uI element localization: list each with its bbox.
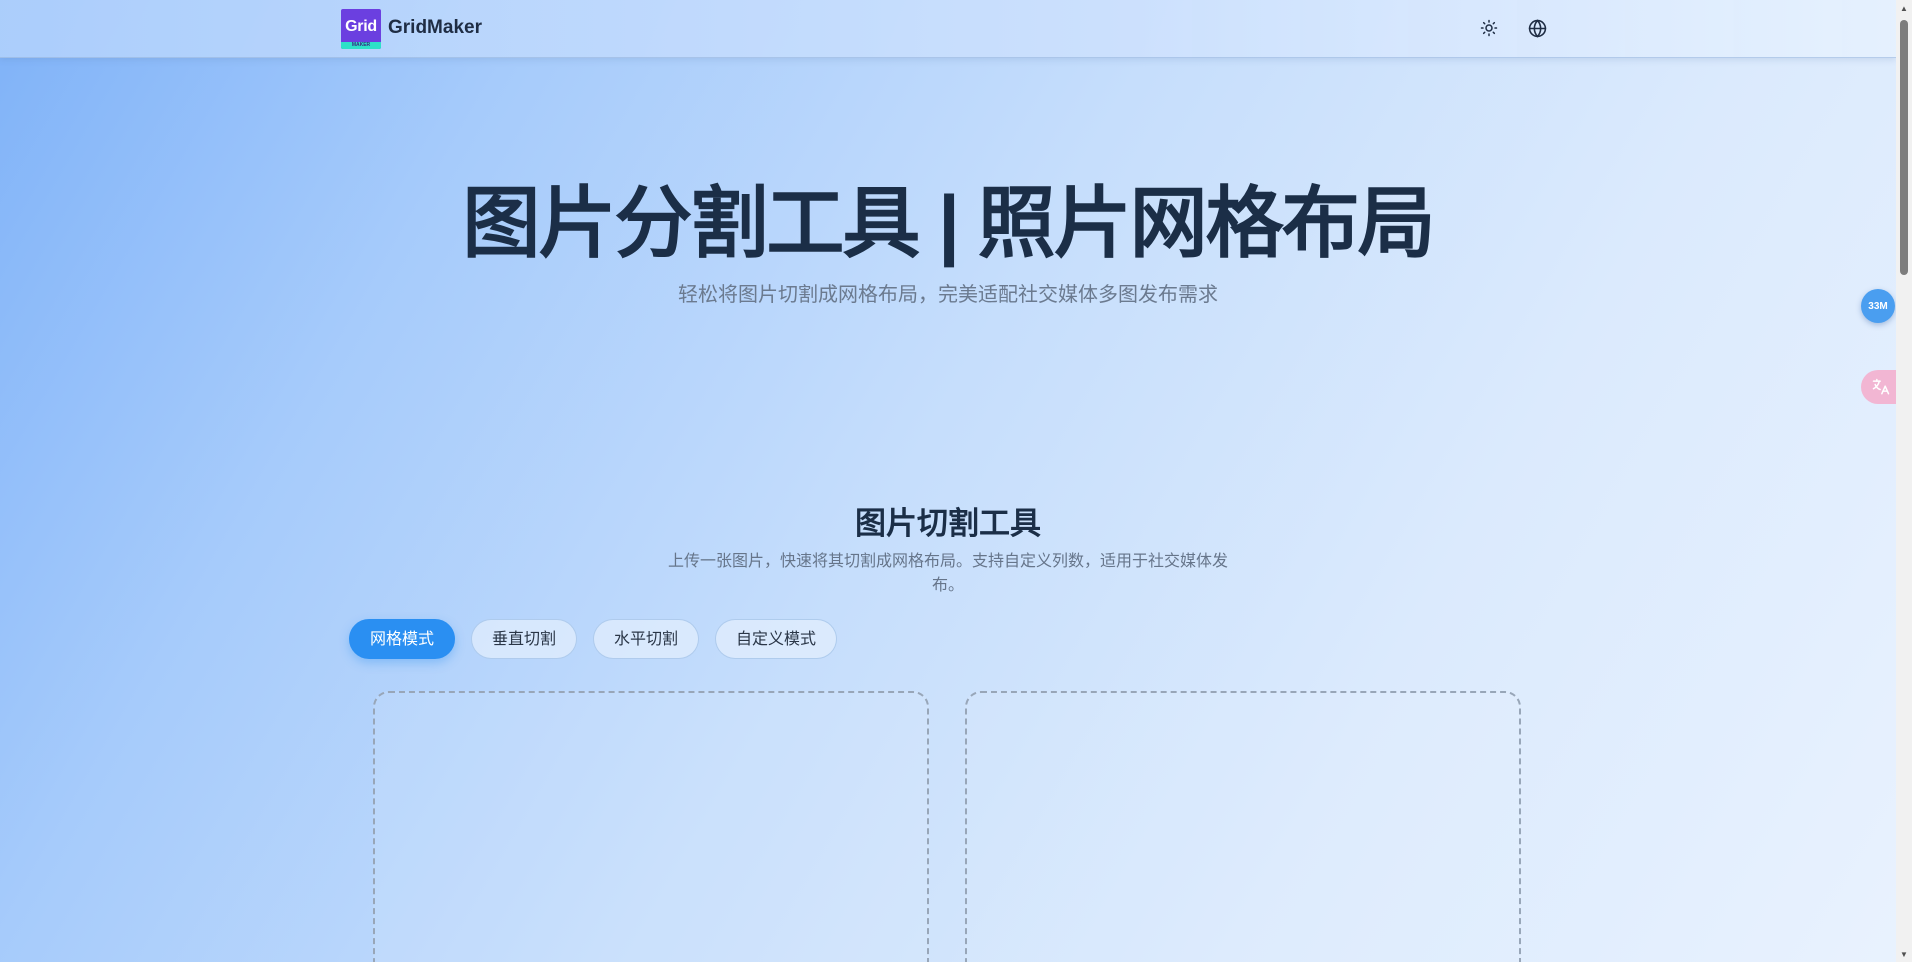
globe-icon[interactable] (1525, 16, 1549, 40)
tab-horizontal-split[interactable]: 水平切割 (593, 619, 700, 659)
sun-icon[interactable] (1477, 16, 1501, 40)
hero-subtitle: 轻松将图片切割成网格布局，完美适配社交媒体多图发布需求 (678, 284, 1218, 306)
translate-icon[interactable] (1861, 370, 1896, 404)
tool-title: 图片切割工具 (855, 506, 1041, 541)
scroll-thumb[interactable] (1900, 20, 1908, 275)
scroll-down-arrow-icon[interactable]: ▼ (1896, 946, 1912, 962)
logo[interactable]: Grid MAKER (341, 9, 381, 49)
scroll-up-arrow-icon[interactable]: ▲ (1896, 0, 1912, 16)
hero-title: 图片分割工具 | 照片网格布局 (462, 179, 1435, 267)
top-navbar: Grid MAKER GridMaker (0, 0, 1896, 58)
logo-text: Grid (345, 18, 377, 35)
tab-vertical-split[interactable]: 垂直切割 (471, 619, 578, 659)
upload-dropzone[interactable] (373, 691, 929, 962)
tab-custom-mode[interactable]: 自定义模式 (715, 619, 838, 659)
page: Grid MAKER GridMaker 图片分割工具 | 照片网格布局 轻松将… (0, 0, 1896, 962)
mode-tabs: 网格模式 垂直切割 水平切割 自定义模式 (349, 619, 838, 659)
floating-badge[interactable]: 33M (1861, 289, 1895, 323)
preview-panel (965, 691, 1521, 962)
brand-name[interactable]: GridMaker (388, 17, 482, 39)
tool-description: 上传一张图片，快速将其切割成网格布局。支持自定义列数，适用于社交媒体发布。 (667, 553, 1228, 594)
vertical-scrollbar[interactable]: ▲ ▼ (1896, 0, 1912, 962)
logo-subtext: MAKER (341, 42, 381, 49)
tab-grid-mode[interactable]: 网格模式 (349, 619, 456, 659)
